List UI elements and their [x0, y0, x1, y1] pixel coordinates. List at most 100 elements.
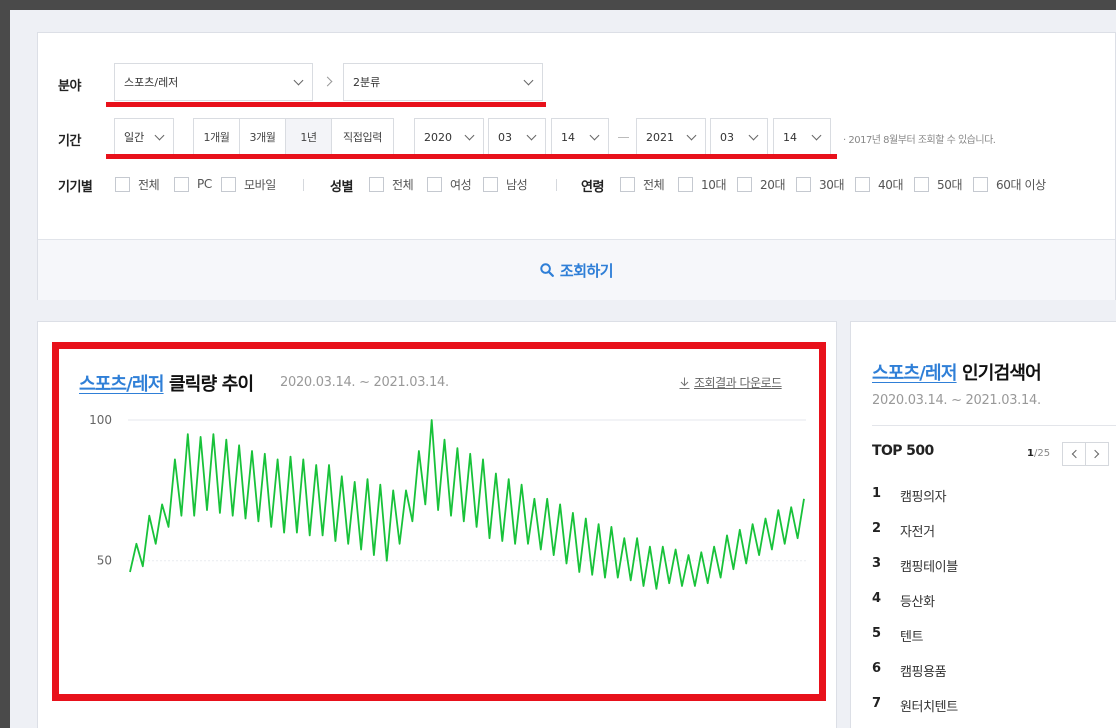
checkbox-box[interactable]	[796, 176, 811, 192]
chevron-down-icon	[748, 130, 759, 141]
end-month-value: 03	[720, 130, 734, 144]
end-year-select[interactable]: 2021	[636, 118, 706, 156]
keyword-list-item[interactable]: 4 등산화	[872, 591, 958, 626]
category-label: 분야	[58, 79, 81, 94]
chevron-down-icon	[526, 130, 537, 141]
category-1-select[interactable]: 스포츠/레저	[114, 63, 313, 101]
period-3-month-button[interactable]: 3개월	[240, 119, 286, 155]
age-40s-checkbox[interactable]: 40대	[855, 175, 904, 193]
search-button-label: 조회하기	[559, 261, 614, 280]
age-50s-text: 50대	[937, 177, 963, 192]
end-month-select[interactable]: 03	[710, 118, 768, 156]
checkbox-box[interactable]	[914, 176, 929, 192]
age-20s-text: 20대	[760, 177, 786, 192]
keyword-name[interactable]: 캠핑의자	[900, 486, 947, 505]
keywords-title: 스포츠/레저 인기검색어	[872, 359, 1042, 385]
checkbox-box[interactable]	[115, 176, 130, 192]
start-month-value: 03	[498, 130, 512, 144]
keyword-list-item[interactable]: 1 캠핑의자	[872, 486, 958, 521]
prev-page-button[interactable]	[1062, 442, 1086, 466]
page-total: /25	[1033, 448, 1051, 459]
checkbox-box[interactable]	[369, 176, 384, 192]
keywords-title-category[interactable]: 스포츠/레저	[872, 363, 957, 384]
period-custom-button[interactable]: 직접입력	[332, 119, 393, 155]
keyword-rank: 2	[872, 521, 881, 536]
checkbox-box[interactable]	[855, 176, 870, 192]
device-mobile-checkbox[interactable]: 모바일	[221, 175, 276, 193]
keyword-name[interactable]: 원터치텐트	[900, 696, 958, 715]
checkbox-box[interactable]	[427, 176, 442, 192]
keyword-list-item[interactable]: 7 원터치텐트	[872, 696, 958, 728]
period-button-group: 1개월 3개월 1년 직접입력	[193, 118, 394, 156]
chevron-down-icon	[464, 130, 475, 141]
divider	[872, 425, 1116, 426]
category-2-select[interactable]: 2분류	[343, 63, 543, 101]
search-button[interactable]: 조회하기	[540, 260, 614, 281]
age-40s-text: 40대	[878, 177, 904, 192]
device-pc-checkbox[interactable]: PC	[174, 175, 212, 193]
start-day-select[interactable]: 14	[551, 118, 609, 156]
end-day-select[interactable]: 14	[773, 118, 831, 156]
date-range-dash	[618, 137, 629, 138]
gender-male-checkbox[interactable]: 남성	[483, 175, 528, 193]
checkbox-box[interactable]	[483, 176, 498, 192]
checkbox-box[interactable]	[174, 176, 189, 192]
keyword-name[interactable]: 캠핑용품	[900, 661, 947, 680]
keyword-rank: 7	[872, 696, 881, 711]
age-all-text: 전체	[643, 177, 665, 192]
checkbox-row: 기기별 전체 PC 모바일 성별 전체 여성 남성 연령 전체 10대 20대 …	[58, 175, 1068, 195]
period-label: 기간	[58, 134, 81, 149]
start-month-select[interactable]: 03	[488, 118, 546, 156]
keyword-list-item[interactable]: 5 텐트	[872, 626, 958, 661]
keyword-rank: 6	[872, 661, 881, 676]
keyword-rank: 5	[872, 626, 881, 641]
chevron-left-icon	[1071, 449, 1081, 459]
keyword-list-item[interactable]: 3 캠핑테이블	[872, 556, 958, 591]
category-1-value: 스포츠/레저	[124, 76, 179, 89]
highlight-box-chart	[52, 342, 826, 701]
period-1-year-button[interactable]: 1년	[286, 119, 332, 155]
age-all-checkbox[interactable]: 전체	[620, 175, 665, 193]
start-year-value: 2020	[424, 130, 452, 144]
checkbox-box[interactable]	[973, 176, 988, 192]
highlight-underline-period	[106, 154, 837, 159]
page-current: 1	[1027, 448, 1034, 459]
age-20s-checkbox[interactable]: 20대	[737, 175, 786, 193]
end-year-value: 2021	[646, 130, 674, 144]
filter-panel: 분야 스포츠/레저 2분류 기간 일간 1개월 3개월 1년 직접입력 2020…	[37, 32, 1116, 300]
keyword-name[interactable]: 텐트	[900, 626, 924, 645]
keyword-name[interactable]: 등산화	[900, 591, 935, 610]
next-page-button[interactable]	[1085, 442, 1109, 466]
period-1-month-button[interactable]: 1개월	[194, 119, 240, 155]
divider	[303, 179, 304, 191]
chevron-down-icon	[523, 75, 534, 86]
gender-female-checkbox[interactable]: 여성	[427, 175, 472, 193]
checkbox-box[interactable]	[678, 176, 693, 192]
keyword-list-item[interactable]: 6 캠핑용품	[872, 661, 958, 696]
start-year-select[interactable]: 2020	[414, 118, 484, 156]
keyword-list-item[interactable]: 2 자전거	[872, 521, 958, 556]
keywords-title-text: 인기검색어	[956, 363, 1042, 384]
checkbox-box[interactable]	[221, 176, 236, 192]
chevron-down-icon	[154, 130, 165, 141]
search-bar: 조회하기	[38, 239, 1115, 300]
keyword-name[interactable]: 자전거	[900, 521, 935, 540]
period-unit-value: 일간	[124, 131, 145, 144]
end-day-value: 14	[783, 130, 797, 144]
chevron-down-icon	[293, 75, 304, 86]
checkbox-box[interactable]	[737, 176, 752, 192]
device-all-checkbox[interactable]: 전체	[115, 175, 160, 193]
keywords-date-range: 2020.03.14. ~ 2021.03.14.	[872, 393, 1041, 408]
keyword-list: 1 캠핑의자 2 자전거 3 캠핑테이블 4 등산화 5 텐트 6 캠핑용품 7 원터치텐트	[872, 486, 958, 728]
chevron-down-icon	[686, 130, 697, 141]
age-30s-checkbox[interactable]: 30대	[796, 175, 845, 193]
age-10s-checkbox[interactable]: 10대	[678, 175, 727, 193]
age-60s-checkbox[interactable]: 60대 이상	[973, 175, 1046, 193]
period-unit-select[interactable]: 일간	[114, 118, 174, 156]
age-50s-checkbox[interactable]: 50대	[914, 175, 963, 193]
checkbox-box[interactable]	[620, 176, 635, 192]
gender-all-checkbox[interactable]: 전체	[369, 175, 414, 193]
keyword-name[interactable]: 캠핑테이블	[900, 556, 958, 575]
gender-female-text: 여성	[450, 177, 472, 192]
app-frame: 분야 스포츠/레저 2분류 기간 일간 1개월 3개월 1년 직접입력 2020…	[10, 10, 1116, 728]
